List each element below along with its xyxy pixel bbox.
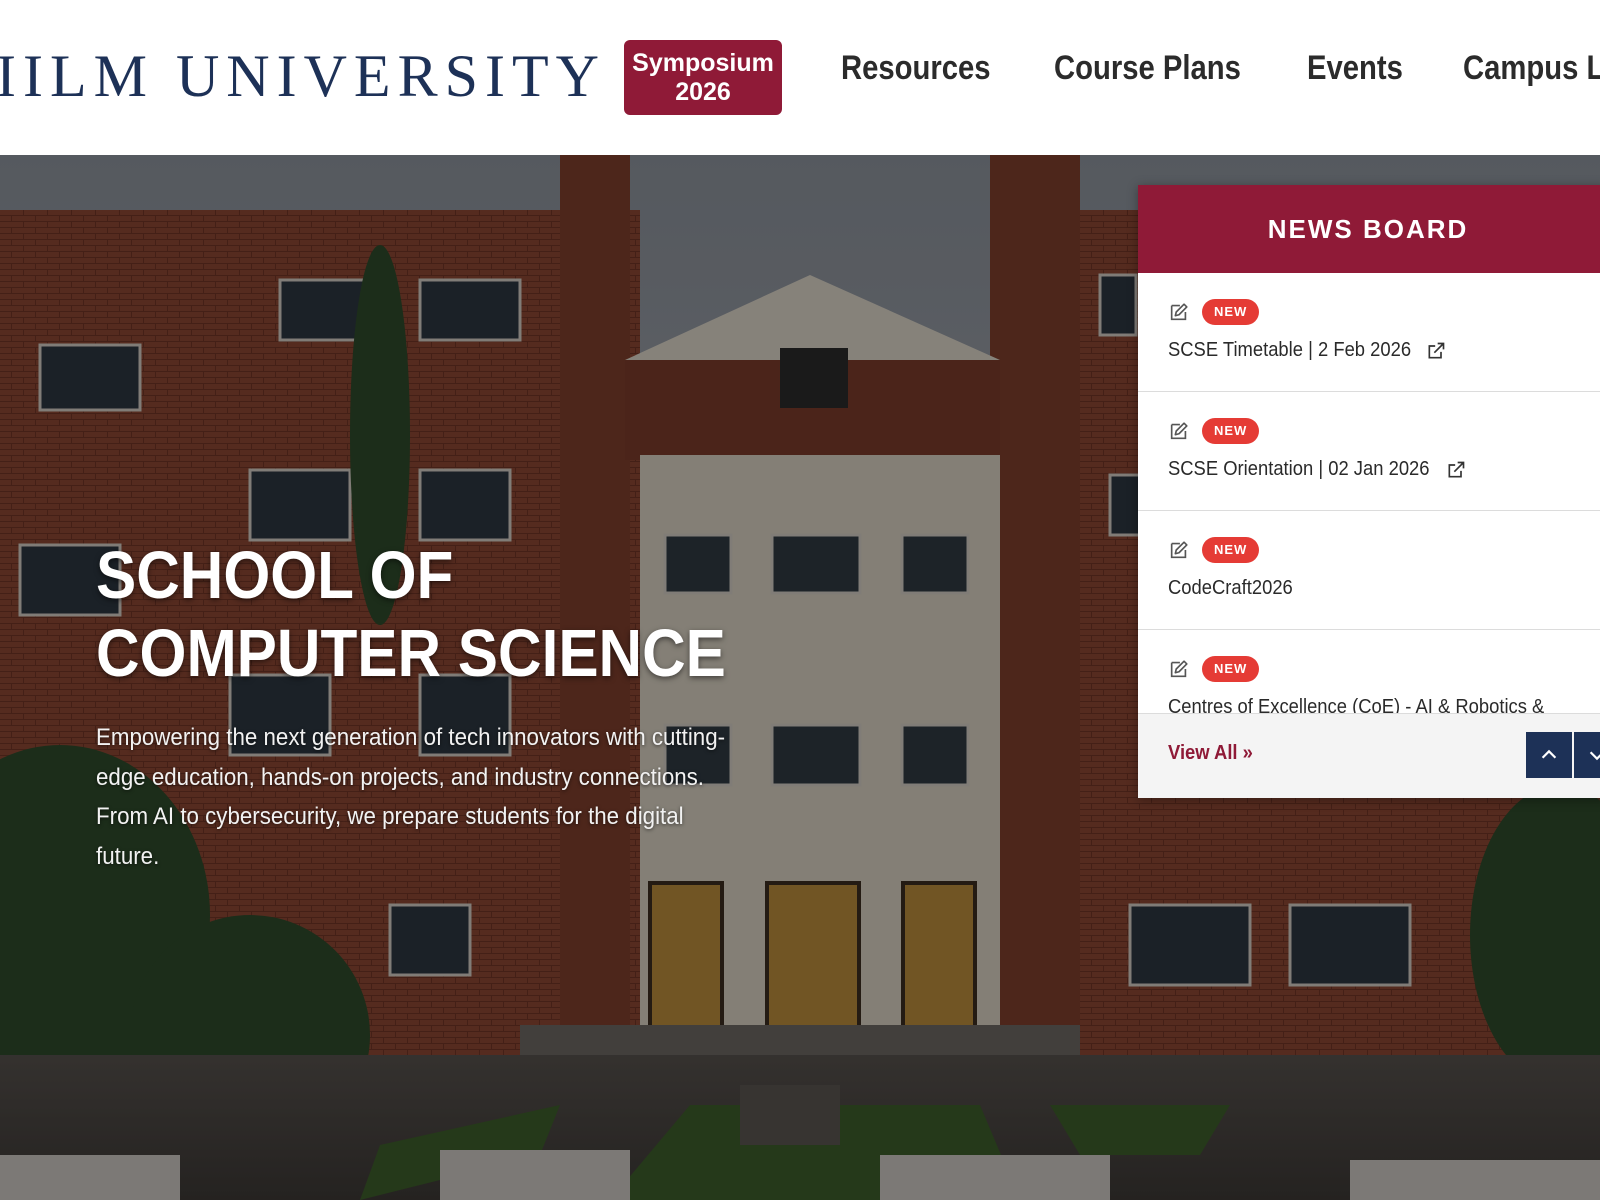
new-badge: NEW: [1202, 418, 1260, 444]
page-title-line2: COMPUTER SCIENCE: [96, 616, 726, 691]
news-item-link[interactable]: SCSE Timetable | 2 Feb 2026: [1168, 339, 1600, 362]
new-badge: NEW: [1202, 299, 1260, 325]
edit-icon: [1170, 660, 1188, 678]
page-title-line1: SCHOOL OF: [96, 538, 454, 613]
symposium-button[interactable]: Symposium 2026: [624, 40, 782, 115]
news-board: NEWS BOARD NEW SCSE Timetable | 2 Feb 20…: [1138, 185, 1600, 798]
scroll-down-button[interactable]: [1574, 732, 1600, 778]
news-item-link[interactable]: Centres of Excellence (CoE) - AI & Robot…: [1168, 696, 1600, 713]
news-item-link[interactable]: SCSE Orientation | 02 Jan 2026: [1168, 458, 1600, 481]
nav-item-resources[interactable]: Resources: [841, 44, 991, 92]
news-item[interactable]: NEW SCSE Orientation | 02 Jan 2026: [1138, 392, 1600, 511]
news-item-text: SCSE Orientation | 02 Jan 2026: [1168, 458, 1430, 480]
external-link-icon: [1448, 461, 1465, 477]
news-item[interactable]: NEW Centres of Excellence (CoE) - AI & R…: [1138, 630, 1600, 713]
symposium-label-line2: 2026: [675, 77, 731, 106]
news-item-link[interactable]: CodeCraft2026: [1168, 577, 1600, 600]
news-board-title: NEWS BOARD: [1138, 185, 1600, 273]
chevron-up-icon: [1541, 749, 1557, 759]
news-item-text: SCSE Timetable | 2 Feb 2026: [1168, 339, 1412, 361]
symposium-label-line1: Symposium: [632, 48, 774, 77]
site-header: IILM UNIVERSITY Symposium 2026 Resources…: [0, 0, 1600, 155]
university-logo[interactable]: IILM UNIVERSITY: [0, 44, 606, 108]
news-board-footer: View All »: [1138, 713, 1600, 798]
external-link-icon: [1428, 342, 1445, 358]
page-title: SCHOOL OF COMPUTER SCIENCE: [96, 537, 726, 693]
edit-icon: [1170, 541, 1188, 559]
nav-item-course-plans[interactable]: Course Plans: [1054, 44, 1241, 92]
news-item-text: Centres of Excellence (CoE) - AI & Robot…: [1168, 696, 1545, 713]
new-badge: NEW: [1202, 656, 1260, 682]
edit-icon: [1170, 422, 1188, 440]
chevron-down-icon: [1589, 751, 1600, 761]
news-item-meta: NEW: [1168, 297, 1600, 327]
edit-icon: [1170, 303, 1188, 321]
nav-item-campus-life[interactable]: Campus L: [1463, 44, 1600, 92]
scroll-up-button[interactable]: [1526, 732, 1572, 778]
new-badge: NEW: [1202, 537, 1260, 563]
news-item[interactable]: NEW SCSE Timetable | 2 Feb 2026: [1138, 273, 1600, 392]
view-all-link[interactable]: View All »: [1168, 742, 1253, 765]
nav-item-events[interactable]: Events: [1307, 44, 1403, 92]
news-item-meta: NEW: [1168, 535, 1600, 565]
news-item-meta: NEW: [1168, 654, 1600, 684]
hero-description: Empowering the next generation of tech i…: [96, 724, 726, 870]
news-item[interactable]: NEW CodeCraft2026: [1138, 511, 1600, 630]
news-item-text: CodeCraft2026: [1168, 577, 1293, 599]
news-item-meta: NEW: [1168, 416, 1600, 446]
news-list[interactable]: NEW SCSE Timetable | 2 Feb 2026 NEW SCSE…: [1138, 273, 1600, 713]
